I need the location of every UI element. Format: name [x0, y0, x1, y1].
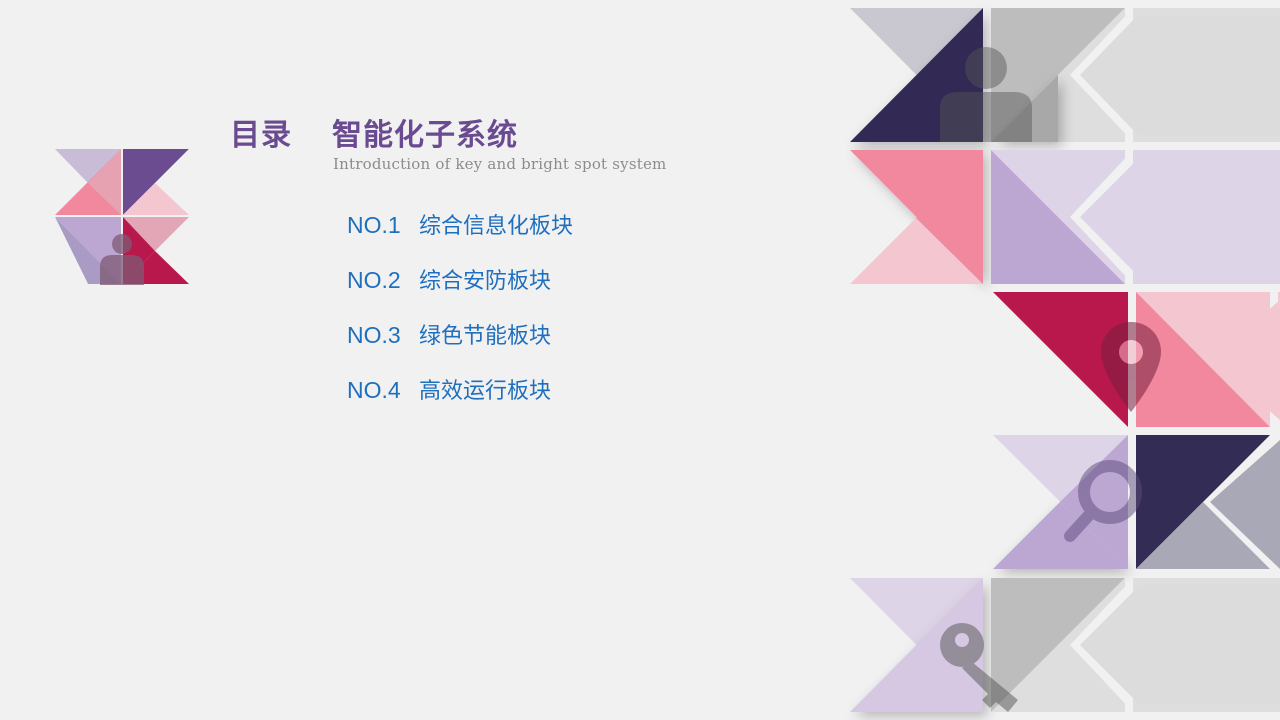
- toc-item-number: NO.3: [347, 322, 401, 348]
- toc-item-label: 绿色节能板块: [419, 324, 552, 349]
- toc-item-number: NO.4: [347, 377, 401, 403]
- toc-item-4[interactable]: NO.4 高效运行板块: [347, 370, 573, 425]
- toc-item-1[interactable]: NO.1 综合信息化板块: [347, 205, 573, 260]
- toc-item-label: 高效运行板块: [419, 379, 552, 404]
- toc-item-2[interactable]: NO.2 综合安防板块: [347, 260, 573, 315]
- small-mosaic-logo: [55, 149, 190, 287]
- toc-item-number: NO.2: [347, 267, 401, 293]
- decorative-mosaic: [846, 0, 1280, 720]
- toc-item-3[interactable]: NO.3 绿色节能板块: [347, 315, 573, 370]
- toc-item-number: NO.1: [347, 212, 401, 238]
- toc-slide: 目录 智能化子系统 Introduction of key and bright …: [0, 0, 1280, 720]
- page-subtitle: Introduction of key and bright spot syst…: [333, 155, 667, 173]
- toc-item-label: 综合安防板块: [419, 269, 552, 294]
- toc-item-label: 综合信息化板块: [419, 214, 574, 239]
- heading: 目录 智能化子系统: [230, 110, 518, 153]
- heading-label: 目录: [230, 118, 292, 153]
- page-title: 智能化子系统: [332, 118, 518, 153]
- toc-list: NO.1 综合信息化板块 NO.2 综合安防板块 NO.3 绿色节能板块 NO.4 高效…: [347, 205, 573, 425]
